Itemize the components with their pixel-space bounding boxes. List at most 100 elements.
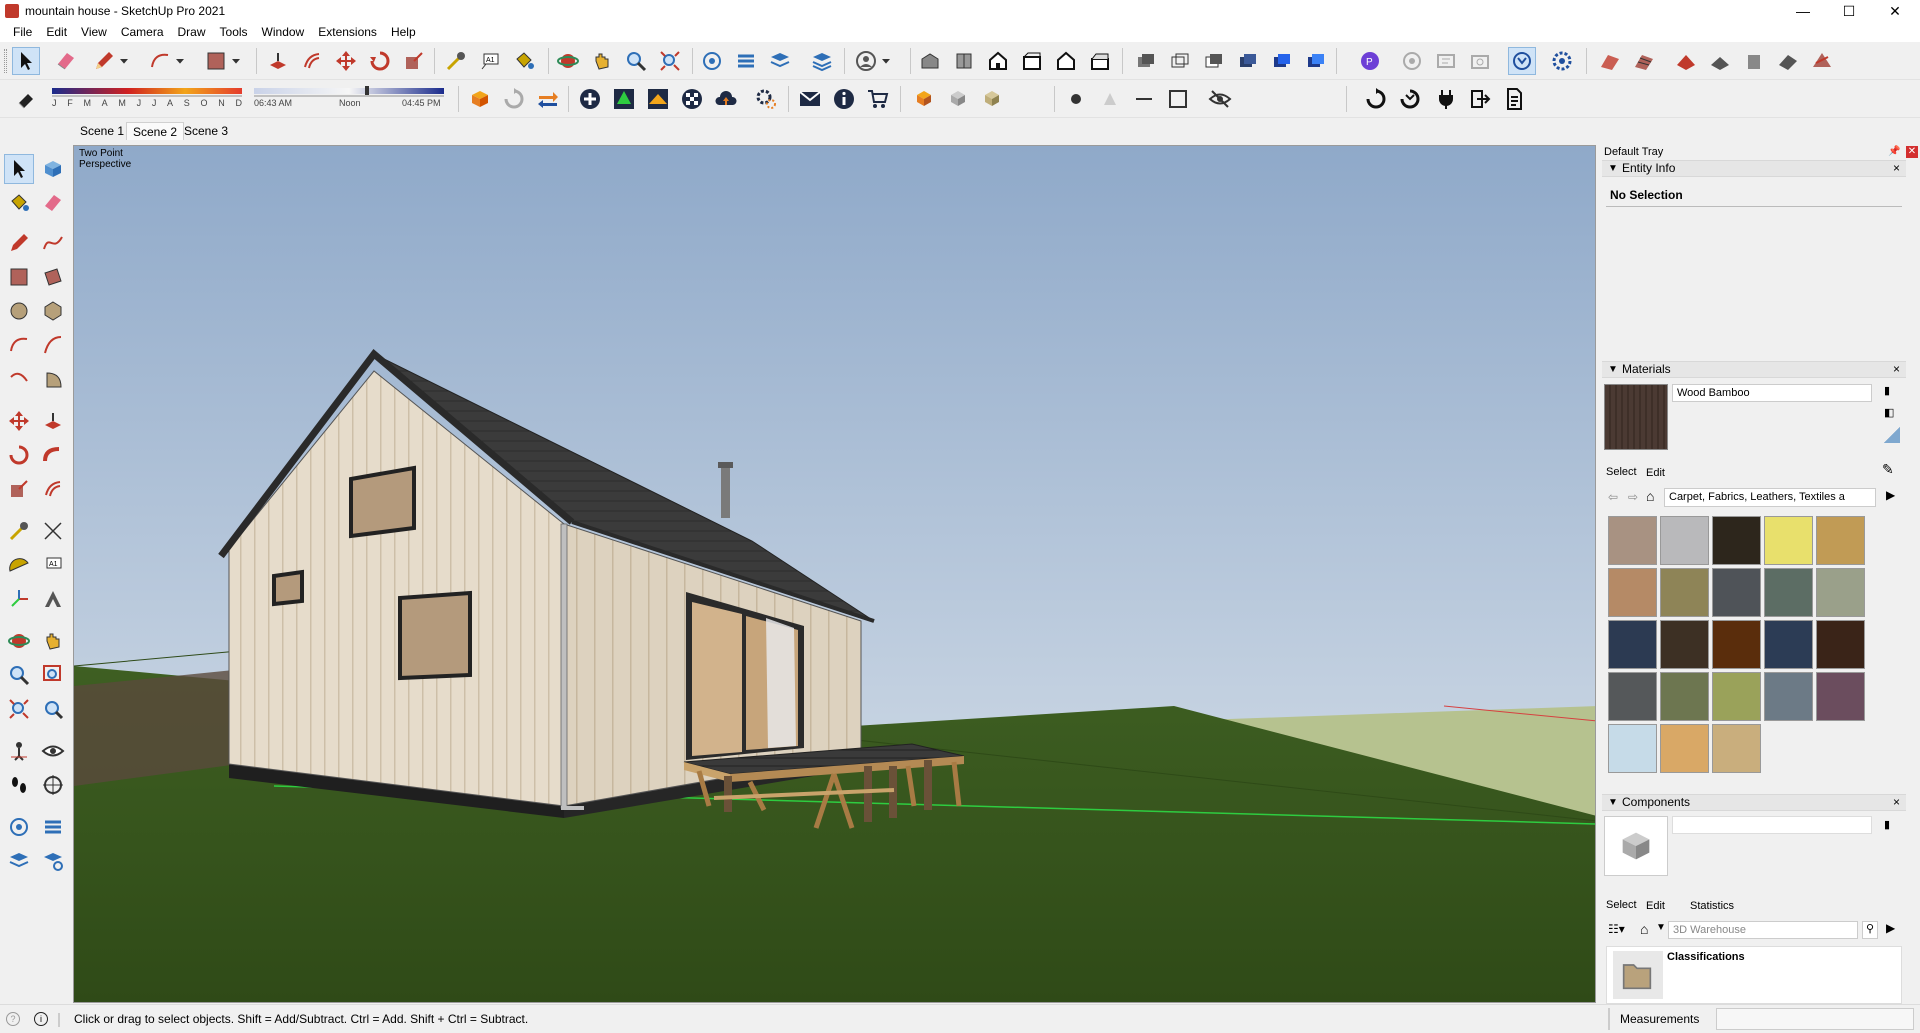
component-preview[interactable]	[1604, 816, 1668, 876]
toolbar-grip[interactable]	[4, 49, 7, 73]
axes-tool[interactable]	[4, 584, 34, 614]
ruby-console-button[interactable]	[1508, 47, 1536, 75]
text-tool-button[interactable]: A1	[476, 47, 504, 75]
chevron-down-icon[interactable]: ▼	[1656, 922, 1666, 933]
transfer-button[interactable]	[534, 85, 562, 113]
refresh-button[interactable]	[500, 85, 528, 113]
sample-paint-icon[interactable]: ◧	[1884, 406, 1894, 419]
components-tab-statistics[interactable]: Statistics	[1690, 900, 1734, 912]
material-swatch[interactable]	[1608, 724, 1657, 773]
material-swatch[interactable]	[1608, 568, 1657, 617]
section-plane-button[interactable]	[1398, 47, 1426, 75]
push-pull-tool[interactable]	[38, 406, 68, 436]
create-material-icon[interactable]: ▮	[1884, 384, 1890, 397]
orbit-tool[interactable]	[4, 626, 34, 656]
paint-bucket-button[interactable]	[510, 47, 538, 75]
material-swatch[interactable]	[1712, 516, 1761, 565]
scale-button[interactable]	[400, 47, 428, 75]
dynamic-component-interact-button[interactable]	[910, 85, 938, 113]
pin-icon[interactable]: 📌	[1888, 146, 1900, 157]
components-tab-edit[interactable]: Edit	[1646, 900, 1665, 912]
material-swatch[interactable]	[1608, 620, 1657, 669]
home-icon[interactable]: ⌂	[1646, 488, 1654, 504]
material-swatch[interactable]	[1660, 672, 1709, 721]
info-button[interactable]	[830, 85, 858, 113]
eyedropper-icon[interactable]: ✎	[1882, 461, 1894, 478]
textured-style-button[interactable]	[1268, 47, 1296, 75]
reload-all-button[interactable]	[1396, 85, 1424, 113]
settings-button[interactable]	[752, 85, 780, 113]
zoom-tool[interactable]	[4, 660, 34, 690]
components-browser-button[interactable]	[466, 85, 494, 113]
line-tool[interactable]	[4, 228, 34, 258]
section-display-button[interactable]	[1432, 47, 1460, 75]
document-button[interactable]	[1500, 85, 1528, 113]
push-pull-button[interactable]	[264, 47, 292, 75]
monochrome-style-button[interactable]	[1302, 47, 1330, 75]
pattern-button[interactable]	[678, 85, 706, 113]
close-icon[interactable]: ×	[1893, 362, 1900, 377]
two-point-arc-tool[interactable]	[38, 330, 68, 360]
extension-manager-tool[interactable]	[38, 846, 68, 876]
arc-dropdown[interactable]	[172, 47, 188, 75]
close-button[interactable]: ✕	[1872, 0, 1918, 22]
paint-bucket-tool[interactable]	[4, 188, 34, 218]
tape-measure-tool[interactable]	[4, 516, 34, 546]
extension-warehouse-button[interactable]	[732, 47, 760, 75]
look-around-tool[interactable]	[38, 736, 68, 766]
components-tab-select[interactable]: Select	[1606, 899, 1637, 911]
tab-scene-3[interactable]: Scene 3	[178, 122, 234, 140]
material-swatch[interactable]	[1764, 568, 1813, 617]
section-cut-button[interactable]	[1466, 47, 1494, 75]
profile-builder-button[interactable]: P	[1356, 47, 1384, 75]
layout-button[interactable]	[766, 47, 794, 75]
make-component-tool[interactable]	[38, 154, 68, 184]
material-swatch[interactable]	[1712, 724, 1761, 773]
3d-text-tool[interactable]	[38, 584, 68, 614]
menu-extensions[interactable]: Extensions	[311, 25, 384, 39]
tree-button[interactable]	[610, 85, 638, 113]
iso-view-button[interactable]	[916, 47, 944, 75]
line-style-button[interactable]	[1130, 85, 1158, 113]
sandbox-from-scratch-button[interactable]	[1630, 47, 1658, 75]
dynamic-component-attributes-button[interactable]	[978, 85, 1006, 113]
section-plane-tool[interactable]	[38, 770, 68, 800]
menu-window[interactable]: Window	[255, 25, 312, 39]
details-arrow-icon[interactable]: ▶	[1886, 921, 1895, 935]
top-view-button[interactable]	[950, 47, 978, 75]
home-icon[interactable]: ⌂	[1640, 921, 1648, 937]
close-icon[interactable]: ×	[1893, 795, 1900, 810]
extension-manager-button[interactable]	[808, 47, 836, 75]
right-view-button[interactable]	[1018, 47, 1046, 75]
shape-tool-button[interactable]	[202, 47, 230, 75]
add-button[interactable]	[576, 85, 604, 113]
tab-scene-2[interactable]: Scene 2	[126, 122, 185, 140]
move-button[interactable]	[332, 47, 360, 75]
material-swatch[interactable]	[1712, 568, 1761, 617]
measurements-input[interactable]	[1716, 1008, 1914, 1030]
materials-tab-edit[interactable]: Edit	[1646, 467, 1665, 479]
cloud-upload-button[interactable]	[712, 85, 740, 113]
date-slider-track[interactable]	[52, 88, 242, 94]
material-swatch[interactable]	[1608, 516, 1657, 565]
menu-help[interactable]: Help	[384, 25, 423, 39]
material-swatch[interactable]	[1608, 672, 1657, 721]
library-dropdown[interactable]: Carpet, Fabrics, Leathers, Textiles a	[1664, 488, 1876, 507]
time-slider-track[interactable]	[254, 88, 444, 94]
material-swatch[interactable]	[1660, 620, 1709, 669]
shadows-toggle-button[interactable]	[12, 85, 40, 113]
material-swatch[interactable]	[1660, 568, 1709, 617]
components-header[interactable]: ▼ Components ×	[1602, 794, 1906, 811]
create-component-icon[interactable]: ▮	[1884, 818, 1890, 831]
view-options-icon[interactable]: ☷▾	[1608, 922, 1625, 936]
xray-style-button[interactable]	[1132, 47, 1160, 75]
tape-measure-button[interactable]	[442, 47, 470, 75]
stamp-button[interactable]	[1706, 47, 1734, 75]
shaded-style-button[interactable]	[1234, 47, 1262, 75]
tray-close-button[interactable]: ✕	[1906, 146, 1918, 158]
close-icon[interactable]: ×	[1893, 161, 1900, 176]
export-button[interactable]	[1466, 85, 1494, 113]
walk-tool[interactable]	[4, 770, 34, 800]
position-camera-tool[interactable]	[4, 736, 34, 766]
menu-tools[interactable]: Tools	[213, 25, 255, 39]
